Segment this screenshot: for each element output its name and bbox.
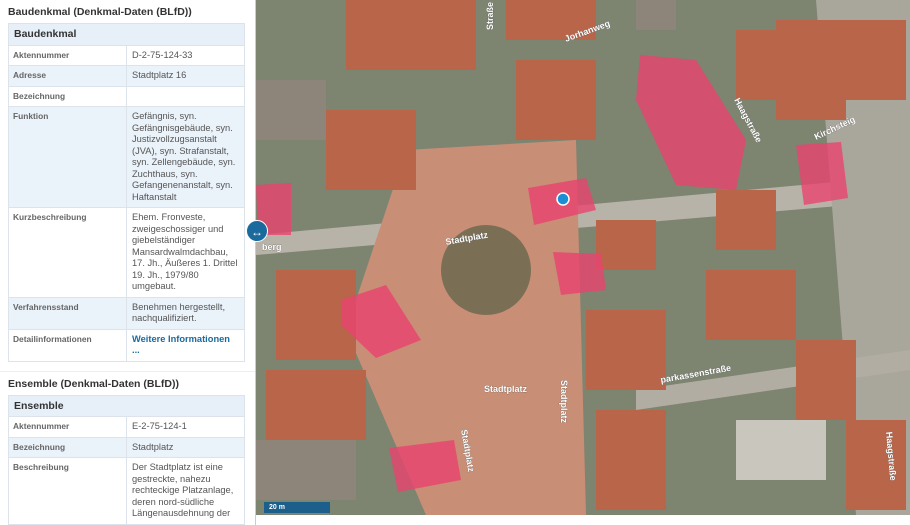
row-value: Ehem. Fronveste, zweigeschossiger und gi… [126, 207, 245, 298]
row-label: Funktion [8, 106, 127, 208]
info-panel: Baudenkmal (Denkmal-Daten (BLfD)) Bauden… [0, 0, 256, 525]
baudenkmal-section-title: Baudenkmal (Denkmal-Daten (BLfD)) [8, 6, 192, 18]
table-row: Kurzbeschreibung Ehem. Fronveste, zweiges… [8, 207, 245, 298]
row-value: Der Stadtplatz ist eine gestreckte, nahe… [126, 457, 245, 525]
baudenkmal-table: Baudenkmal Aktennummer D-2-75-124-33 Adre… [8, 23, 245, 362]
scale-bar: 20 m [264, 502, 330, 513]
more-info-link[interactable]: Weitere Informationen ... [132, 334, 230, 356]
table-row: Verfahrensstand Benehmen hergestellt, nac… [8, 296, 245, 330]
street-label: Straße [485, 2, 495, 30]
table-row: Aktennummer E-2-75-124-1 [8, 416, 245, 438]
ensemble-table: Ensemble Aktennummer E-2-75-124-1 Bezeich… [8, 394, 245, 525]
row-value: E-2-75-124-1 [126, 416, 245, 438]
row-value: Stadtplatz 16 [126, 65, 245, 87]
table-row: Bezeichnung Stadtplatz [8, 436, 245, 458]
table-row: Funktion Gefängnis, syn. Gefängnisgebäude… [8, 106, 245, 208]
row-label: Detailinformationen [8, 328, 127, 362]
table-row: Detailinformationen Weitere Informationen… [8, 328, 245, 362]
row-value: Stadtplatz [126, 436, 245, 458]
row-label: Verfahrensstand [8, 296, 127, 330]
street-label: Stadtplatz [559, 380, 569, 424]
row-value: Gefängnis, syn. Gefängnisgebäude, syn. J… [126, 106, 245, 208]
row-label: Bezeichnung [8, 436, 127, 458]
row-value [126, 85, 245, 107]
table-header: Baudenkmal [8, 23, 245, 46]
street-label: berg [262, 242, 282, 252]
table-row: Beschreibung Der Stadtplatz ist eine gest… [8, 457, 245, 525]
table-row: Bezeichnung [8, 85, 245, 107]
row-label: Aktennummer [8, 44, 127, 66]
ensemble-section-title: Ensemble (Denkmal-Daten (BLfD)) [8, 377, 179, 390]
map-view[interactable]: Straße Jorhanweg Haagstraße Kirchsteig S… [256, 0, 910, 515]
row-label: Aktennummer [8, 416, 127, 438]
table-header: Ensemble [8, 394, 245, 417]
row-value: Benehmen hergestellt, nachqualifiziert. [126, 296, 245, 330]
row-label: Beschreibung [8, 457, 127, 525]
row-value: D-2-75-124-33 [126, 44, 245, 66]
table-row: Adresse Stadtplatz 16 [8, 65, 245, 87]
table-row: Aktennummer D-2-75-124-33 [8, 44, 245, 66]
aerial-map[interactable]: Straße Jorhanweg Haagstraße Kirchsteig S… [256, 0, 910, 515]
row-label: Bezeichnung [8, 85, 127, 107]
panel-resize-toggle-icon[interactable]: ↔ [246, 220, 268, 242]
street-label: Stadtplatz [484, 384, 528, 394]
location-marker[interactable] [556, 192, 570, 206]
row-label: Kurzbeschreibung [8, 207, 127, 298]
row-label: Adresse [8, 65, 127, 87]
